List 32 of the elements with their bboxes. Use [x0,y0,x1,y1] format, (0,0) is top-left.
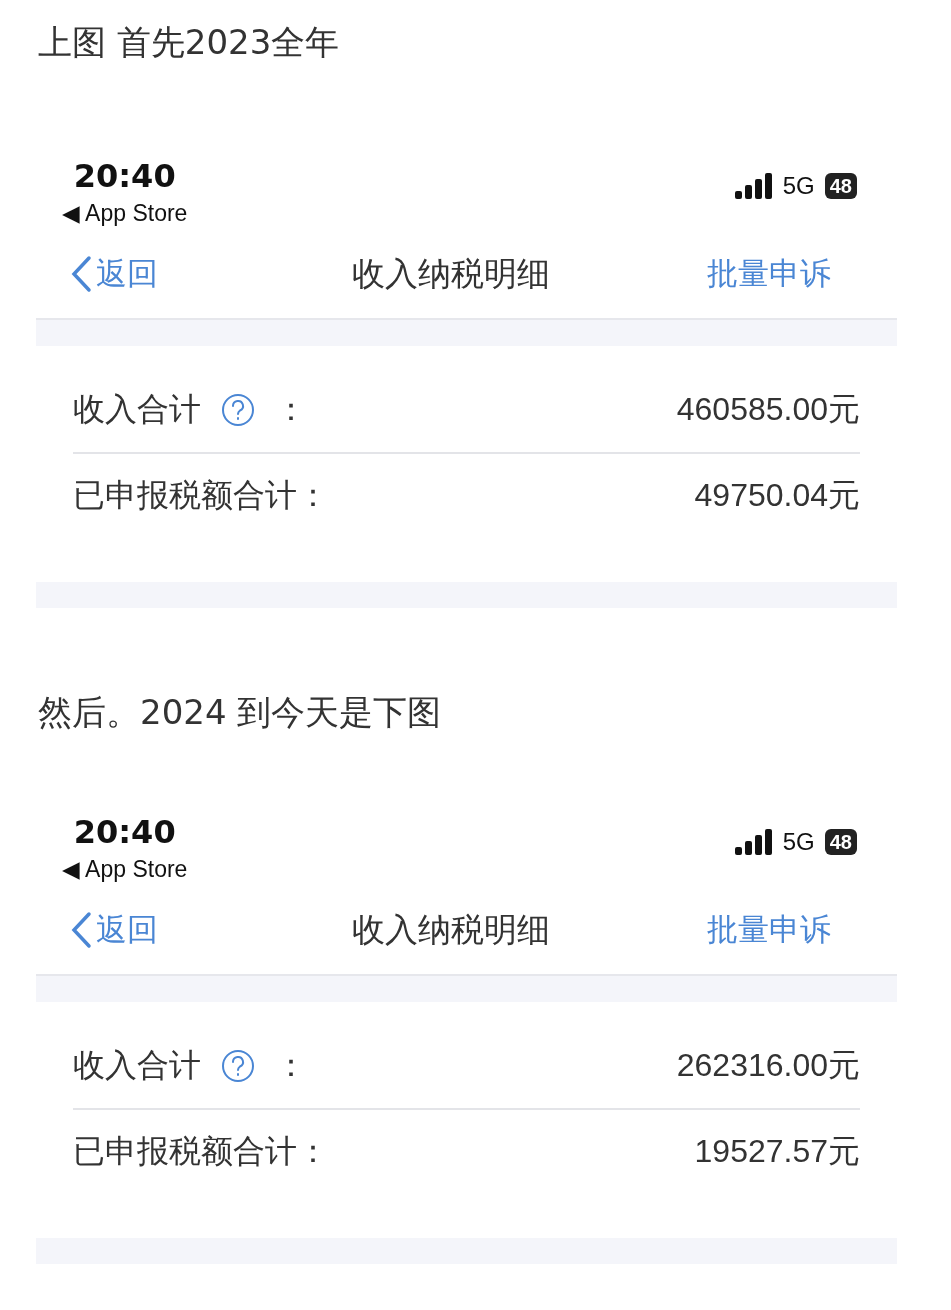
back-to-app-link[interactable]: ◀ App Store [62,196,188,230]
amount-value: 262316.00元 [676,1046,860,1085]
caption-text: 然后。2024 到今天是下图 [37,691,443,734]
help-icon[interactable] [221,1049,255,1083]
caption-text: 上图 首先2023全年 [37,21,341,64]
batch-appeal-link[interactable]: 批量申诉 [707,253,831,295]
back-button[interactable]: 返回 [70,253,352,295]
amount-value: 19527.57元 [694,1132,860,1171]
chevron-left-icon [70,911,92,949]
battery-level: 48 [824,829,857,855]
batch-appeal-link[interactable]: 批量申诉 [707,909,831,951]
row-label: 已申报税额合计： [73,1131,329,1172]
help-icon[interactable] [221,393,255,427]
battery-level: 48 [824,173,857,199]
row-label: 收入合计 [73,389,201,430]
row-label: 已申报税额合计： [73,475,329,516]
status-time: 20:40 [73,812,176,852]
colon: ： [275,389,307,430]
amount-value: 49750.04元 [694,476,860,515]
amount-value: 460585.00元 [676,390,860,429]
chevron-left-icon [70,255,92,293]
network-label: 5G [782,172,815,200]
back-button[interactable]: 返回 [70,909,352,951]
row-label: 收入合计 [73,1045,201,1086]
network-label: 5G [782,828,815,856]
signal-icon [734,829,773,855]
page-title: 收入纳税明细 [351,252,550,295]
back-to-app-link[interactable]: ◀ App Store [62,852,188,886]
colon: ： [275,1045,307,1086]
signal-icon [734,173,773,199]
page-title: 收入纳税明细 [351,908,550,951]
status-time: 20:40 [73,156,176,196]
